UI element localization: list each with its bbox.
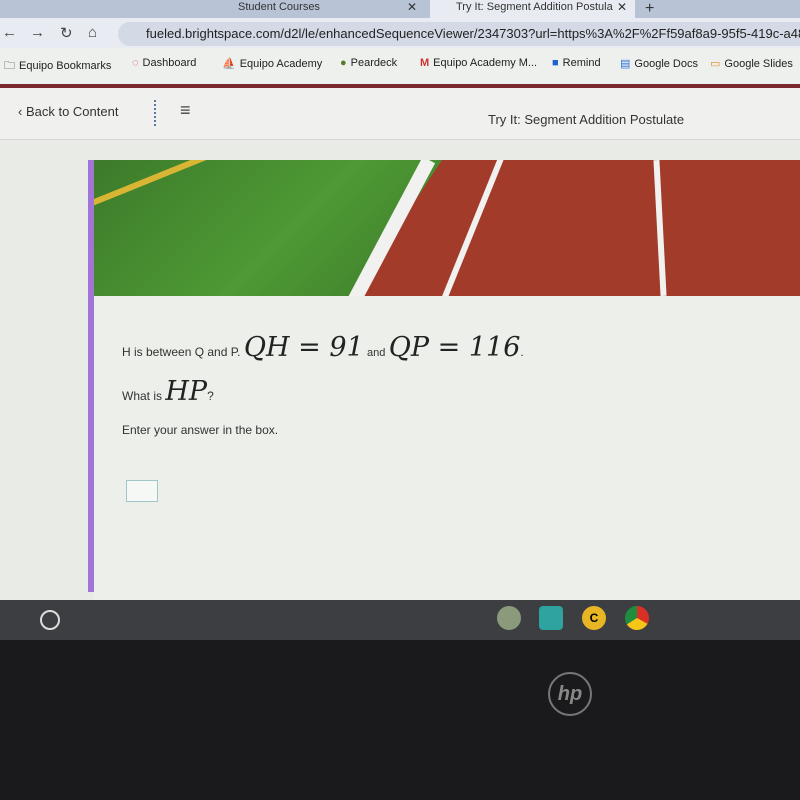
bookmark-label: Google Docs bbox=[634, 58, 698, 70]
bookmark-label: Remind bbox=[562, 57, 601, 69]
close-tab-icon[interactable]: ✕ bbox=[407, 0, 417, 14]
question-text: H is between Q and P. bbox=[122, 345, 241, 359]
tab-try-it[interactable]: Try It: Segment Addition Postula ✕ bbox=[430, 0, 635, 18]
question-line-2: What is HP? bbox=[122, 376, 214, 407]
bookmark-dashboard[interactable]: ◌ Dashboard bbox=[132, 57, 196, 69]
app-grid-icon[interactable] bbox=[539, 606, 563, 630]
math-expression: QP = 116 bbox=[388, 332, 521, 363]
period: . bbox=[520, 345, 524, 359]
divider bbox=[154, 100, 156, 126]
docs-icon: ▤ bbox=[620, 58, 631, 70]
folder-icon: 🗀 bbox=[4, 60, 15, 72]
bookmark-peardeck[interactable]: ● Peardeck bbox=[340, 57, 397, 69]
question-line-1: H is between Q and P. QH = 91 and QP = 1… bbox=[122, 332, 524, 363]
tab-label: Try It: Segment Addition Postula bbox=[456, 1, 613, 13]
bookmark-equipo-academy[interactable]: ⛵ Equipo Academy bbox=[222, 57, 322, 70]
chrome-icon[interactable] bbox=[625, 606, 649, 630]
bookmark-label: Google Slides bbox=[724, 58, 793, 70]
new-tab-button[interactable]: + bbox=[645, 0, 654, 18]
taskbar: C bbox=[0, 600, 800, 640]
close-tab-icon[interactable]: ✕ bbox=[617, 0, 627, 14]
conjunction: and bbox=[367, 347, 386, 359]
answer-input[interactable] bbox=[126, 480, 158, 502]
hp-logo: hp bbox=[548, 672, 592, 716]
forward-arrow-icon[interactable]: → bbox=[30, 24, 45, 41]
slides-icon: ▭ bbox=[710, 58, 721, 70]
question-card: H is between Q and P. QH = 91 and QP = 1… bbox=[94, 296, 800, 600]
pear-icon: ● bbox=[340, 57, 347, 69]
track-banner-image bbox=[92, 160, 800, 296]
tab-strip: Student Courses ✕ Try It: Segment Additio… bbox=[0, 0, 800, 18]
page-title: Try It: Segment Addition Postulate bbox=[488, 112, 685, 127]
url-text: fueled.brightspace.com/d2l/le/enhancedSe… bbox=[146, 26, 800, 41]
bookmarks-bar: 🗀 Equipo Bookmarks ◌ Dashboard ⛵ Equipo Aca… bbox=[0, 48, 800, 84]
remind-icon: ■ bbox=[552, 57, 559, 69]
classkick-app-icon[interactable]: C bbox=[582, 606, 606, 630]
address-bar-row: ← → ↻ ⌂ fueled.brightspace.com/d2l/le/en… bbox=[0, 18, 800, 48]
content-navbar: ‹ Back to Content ≡ Try It: Segment Addi… bbox=[0, 88, 800, 140]
math-expression: QH = 91 bbox=[243, 332, 364, 363]
peardeck-app-icon[interactable] bbox=[497, 606, 521, 630]
bookmark-label: Equipo Academy M... bbox=[433, 57, 538, 69]
url-input[interactable]: fueled.brightspace.com/d2l/le/enhancedSe… bbox=[118, 22, 800, 46]
launcher-icon[interactable] bbox=[40, 610, 60, 630]
screen: Student Courses ✕ Try It: Segment Additio… bbox=[0, 0, 800, 640]
bookmark-google-slides[interactable]: ▭ Google Slides bbox=[710, 57, 793, 70]
question-mark: ? bbox=[207, 389, 214, 403]
bookmark-equipo-academy-mail[interactable]: M Equipo Academy M... bbox=[420, 57, 537, 69]
tab-student-courses[interactable]: Student Courses ✕ bbox=[230, 0, 425, 18]
bookmark-google-docs[interactable]: ▤ Google Docs bbox=[620, 57, 698, 70]
bookmark-label: Equipo Bookmarks bbox=[19, 60, 112, 72]
back-to-content-link[interactable]: ‹ Back to Content bbox=[18, 104, 118, 119]
bookmark-label: Dashboard bbox=[142, 57, 197, 69]
back-arrow-icon[interactable]: ← bbox=[2, 24, 17, 41]
instruction: Enter your answer in the box. bbox=[122, 423, 279, 437]
gmail-icon: M bbox=[420, 57, 430, 69]
bookmark-label: Peardeck bbox=[350, 57, 398, 69]
back-label: Back to Content bbox=[25, 104, 119, 119]
reload-icon[interactable]: ↻ bbox=[60, 24, 73, 42]
hamburger-menu-icon[interactable]: ≡ bbox=[180, 100, 191, 121]
tab-label: Student Courses bbox=[238, 1, 320, 13]
math-expression: HP bbox=[165, 376, 208, 407]
bookmark-remind[interactable]: ■ Remind bbox=[552, 57, 601, 69]
academy-icon: ⛵ bbox=[222, 58, 236, 70]
question-text: What is bbox=[122, 389, 163, 403]
bookmark-label: Equipo Academy bbox=[239, 58, 323, 70]
dashboard-icon: ◌ bbox=[132, 57, 139, 69]
chevron-left-icon: ‹ bbox=[18, 104, 26, 119]
bookmark-equipo-bookmarks[interactable]: 🗀 Equipo Bookmarks bbox=[4, 57, 111, 76]
home-icon[interactable]: ⌂ bbox=[88, 24, 97, 41]
